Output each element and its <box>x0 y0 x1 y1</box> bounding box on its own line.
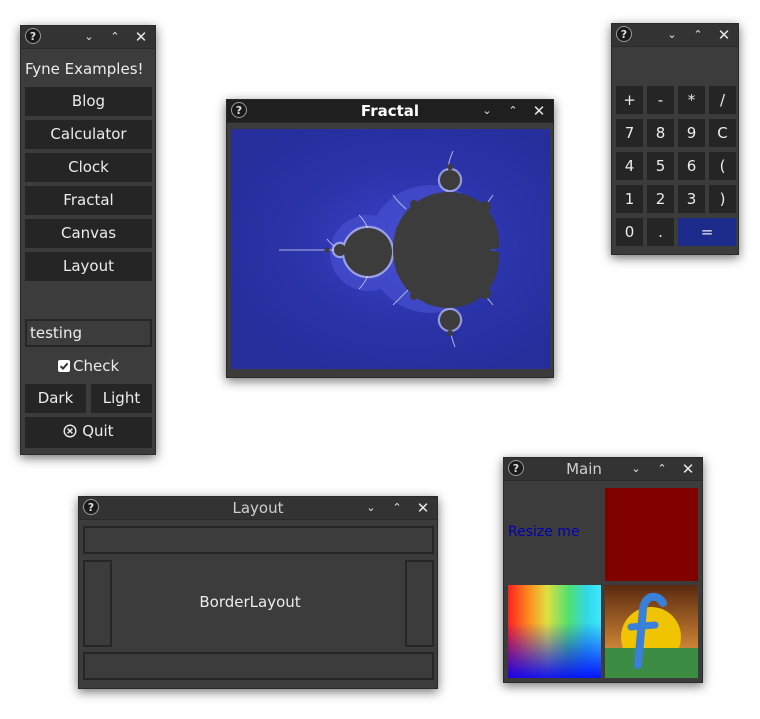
maximize-icon[interactable]: ⌃ <box>653 458 671 480</box>
blog-button[interactable]: Blog <box>25 87 152 116</box>
calculator-button[interactable]: Calculator <box>25 120 152 149</box>
border-top-panel <box>83 526 434 554</box>
calc-key-divide[interactable]: / <box>709 86 736 114</box>
main-window: ? Main ⌄ ⌃ ✕ Resize me <box>503 457 703 683</box>
check-widget[interactable]: Check <box>58 357 119 375</box>
examples-heading: Fyne Examples! <box>25 60 144 78</box>
calc-key-multiply[interactable]: * <box>678 86 705 114</box>
minimize-icon[interactable]: ⌄ <box>663 24 681 46</box>
testing-entry[interactable]: testing <box>25 319 152 347</box>
border-right-panel <box>405 560 434 647</box>
calc-key-open-paren[interactable]: ( <box>709 152 736 180</box>
color-gradient-raster <box>508 585 601 678</box>
close-icon[interactable]: ✕ <box>530 100 548 122</box>
calc-key-8[interactable]: 8 <box>647 119 674 147</box>
quit-label: Quit <box>82 422 114 440</box>
help-icon[interactable]: ? <box>616 26 632 42</box>
calc-key-decimal[interactable]: . <box>647 218 674 246</box>
examples-window: ? ⌄ ⌃ ✕ Fyne Examples! Blog Calculator C… <box>20 25 156 455</box>
calc-key-minus[interactable]: - <box>647 86 674 114</box>
checkbox-checked-icon[interactable] <box>58 360 70 372</box>
layout-button[interactable]: Layout <box>25 252 152 281</box>
fyne-logo-image <box>605 585 698 678</box>
border-bottom-panel <box>83 652 434 680</box>
layout-window: ? Layout ⌄ ⌃ ✕ BorderLayout <box>78 496 438 689</box>
entry-value: testing <box>30 324 83 342</box>
border-layout-label: BorderLayout <box>199 593 301 611</box>
examples-titlebar[interactable]: ? ⌄ ⌃ ✕ <box>21 26 155 49</box>
calc-key-5[interactable]: 5 <box>647 152 674 180</box>
calc-key-4[interactable]: 4 <box>616 152 643 180</box>
maximize-icon[interactable]: ⌃ <box>106 26 124 48</box>
calc-key-clear[interactable]: C <box>709 119 736 147</box>
layout-titlebar[interactable]: ? Layout ⌄ ⌃ ✕ <box>79 497 437 520</box>
maximize-icon[interactable]: ⌃ <box>689 24 707 46</box>
calculator-titlebar[interactable]: ? ⌄ ⌃ ✕ <box>612 24 738 47</box>
clock-button[interactable]: Clock <box>25 153 152 182</box>
minimize-icon[interactable]: ⌄ <box>627 458 645 480</box>
cancel-circle-icon <box>63 419 77 448</box>
fractal-button[interactable]: Fractal <box>25 186 152 215</box>
fractal-window: ? Fractal ⌄ ⌃ ✕ <box>226 99 554 378</box>
check-label: Check <box>73 357 120 375</box>
calc-key-0[interactable]: 0 <box>616 218 643 246</box>
maximize-icon[interactable]: ⌃ <box>504 100 522 122</box>
close-icon[interactable]: ✕ <box>715 24 733 46</box>
quit-button[interactable]: Quit <box>25 417 152 448</box>
minimize-icon[interactable]: ⌄ <box>362 497 380 519</box>
calc-key-7[interactable]: 7 <box>616 119 643 147</box>
fractal-titlebar[interactable]: ? Fractal ⌄ ⌃ ✕ <box>227 100 553 123</box>
calc-key-3[interactable]: 3 <box>678 185 705 213</box>
close-icon[interactable]: ✕ <box>414 497 432 519</box>
calc-key-plus[interactable]: + <box>616 86 643 114</box>
close-icon[interactable]: ✕ <box>679 458 697 480</box>
calc-key-6[interactable]: 6 <box>678 152 705 180</box>
dark-theme-button[interactable]: Dark <box>25 384 86 413</box>
calc-key-2[interactable]: 2 <box>647 185 674 213</box>
calculator-window: ? ⌄ ⌃ ✕ + - * / 7 8 9 C 4 5 6 ( 1 2 3 ) … <box>611 23 739 255</box>
red-rectangle <box>605 488 698 581</box>
help-icon[interactable]: ? <box>25 28 41 44</box>
close-icon[interactable]: ✕ <box>132 26 150 48</box>
resize-me-label: Resize me <box>508 524 580 540</box>
maximize-icon[interactable]: ⌃ <box>388 497 406 519</box>
minimize-icon[interactable]: ⌄ <box>80 26 98 48</box>
light-theme-button[interactable]: Light <box>91 384 152 413</box>
calc-key-9[interactable]: 9 <box>678 119 705 147</box>
canvas-button[interactable]: Canvas <box>25 219 152 248</box>
mandelbrot-set-graphic <box>279 150 500 348</box>
calc-key-close-paren[interactable]: ) <box>709 185 736 213</box>
calculator-display <box>616 51 735 83</box>
minimize-icon[interactable]: ⌄ <box>478 100 496 122</box>
calc-key-equals[interactable]: = <box>678 218 736 246</box>
mandelbrot-canvas[interactable] <box>231 129 550 369</box>
calc-key-1[interactable]: 1 <box>616 185 643 213</box>
main-titlebar[interactable]: ? Main ⌄ ⌃ ✕ <box>504 458 702 481</box>
